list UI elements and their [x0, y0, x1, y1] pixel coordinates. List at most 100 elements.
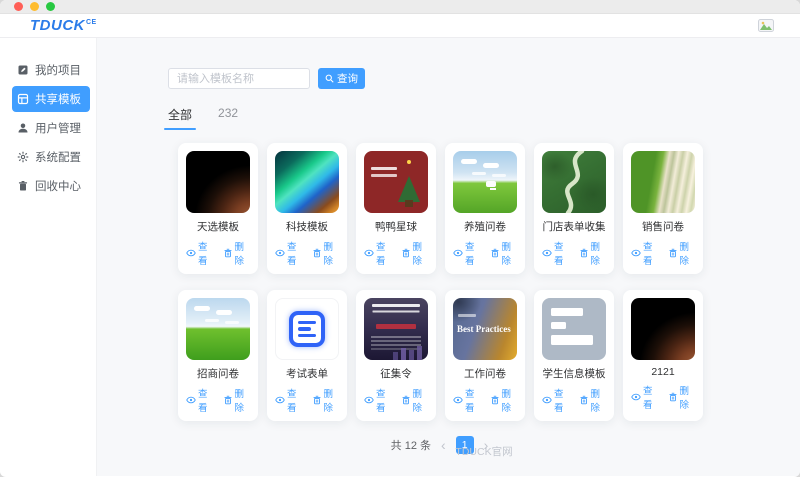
template-title: 销售问卷: [631, 219, 695, 234]
delete-template-link[interactable]: 删除: [668, 383, 696, 411]
sidebar-item-label: 我的项目: [35, 62, 81, 78]
template-thumbnail[interactable]: [631, 298, 695, 360]
template-thumbnail[interactable]: [542, 151, 606, 213]
template-thumbnail[interactable]: [631, 151, 695, 213]
delete-icon: [223, 395, 233, 405]
traffic-light-close[interactable]: [14, 2, 23, 11]
view-template-link[interactable]: 查看: [453, 239, 481, 267]
profile-image-icon[interactable]: [758, 19, 774, 32]
delete-template-link-label: 删除: [502, 239, 518, 267]
search-button[interactable]: 查询: [318, 68, 365, 89]
view-template-link[interactable]: 查看: [275, 386, 303, 414]
template-search-input[interactable]: [168, 68, 310, 89]
view-template-link[interactable]: 查看: [542, 239, 570, 267]
template-card: 天选模板查看删除: [178, 143, 258, 274]
template-thumbnail[interactable]: [186, 151, 250, 213]
main-content: 查询 全部232 天选模板查看删除科技模板查看删除鸭鸭星球查看删除养殖问卷查看删…: [97, 38, 800, 476]
sidebar-item-shared-templates[interactable]: 共享模板: [12, 86, 90, 112]
delete-icon: [401, 248, 411, 258]
template-thumbnail[interactable]: [453, 151, 517, 213]
sidebar-item-system-config[interactable]: 系统配置: [12, 144, 90, 170]
sidebar-item-user-management[interactable]: 用户管理: [12, 115, 90, 141]
template-thumbnail[interactable]: [186, 298, 250, 360]
delete-icon: [668, 392, 678, 402]
delete-template-link-label: 删除: [680, 239, 696, 267]
delete-icon: [490, 248, 500, 258]
view-template-link-label: 查看: [643, 383, 659, 411]
delete-template-link[interactable]: 删除: [668, 239, 696, 267]
view-template-link-label: 查看: [198, 239, 214, 267]
sidebar-item-label: 用户管理: [35, 120, 81, 136]
delete-template-link[interactable]: 删除: [401, 239, 429, 267]
view-template-link[interactable]: 查看: [275, 239, 303, 267]
delete-icon: [223, 248, 233, 258]
delete-template-link-label: 删除: [680, 383, 696, 411]
card-actions: 查看删除: [542, 386, 606, 414]
template-thumbnail[interactable]: [542, 298, 606, 360]
delete-template-link[interactable]: 删除: [490, 239, 518, 267]
tduck-site-link[interactable]: TDUCK官网: [455, 446, 512, 458]
delete-template-link[interactable]: 删除: [312, 386, 340, 414]
poster-title-lines: [372, 304, 420, 307]
template-title: 门店表单收集: [542, 219, 606, 234]
template-thumbnail[interactable]: [275, 298, 339, 360]
delete-template-link[interactable]: 删除: [579, 239, 607, 267]
template-card: 2121 查看删除: [623, 290, 703, 421]
delete-template-link[interactable]: 删除: [312, 239, 340, 267]
view-template-link[interactable]: 查看: [453, 386, 481, 414]
template-thumbnail[interactable]: [364, 298, 428, 360]
template-thumbnail[interactable]: Best Practices: [453, 298, 517, 360]
delete-template-link[interactable]: 删除: [401, 386, 429, 414]
delete-template-link[interactable]: 删除: [223, 386, 251, 414]
cow-graphic: [486, 181, 496, 187]
thumbnail-caption: Best Practices: [457, 324, 513, 334]
view-template-link[interactable]: 查看: [186, 239, 214, 267]
sidebar-item-label: 共享模板: [35, 91, 81, 107]
template-card: 征集令查看删除: [356, 290, 436, 421]
tab-all[interactable]: 全部: [168, 106, 192, 130]
view-template-link-label: 查看: [376, 386, 392, 414]
sidebar-item-label: 回收中心: [35, 178, 81, 194]
view-template-link[interactable]: 查看: [186, 386, 214, 414]
cloud-graphic: [194, 306, 210, 311]
view-template-link[interactable]: 查看: [631, 239, 659, 267]
view-template-link[interactable]: 查看: [364, 239, 392, 267]
template-title: 天选模板: [186, 219, 250, 234]
delete-template-link-label: 删除: [324, 386, 340, 414]
delete-icon: [579, 395, 589, 405]
winding-road-graphic: [542, 151, 606, 213]
traffic-light-zoom[interactable]: [46, 2, 55, 11]
os-titlebar: [0, 0, 800, 14]
view-template-link-label: 查看: [376, 239, 392, 267]
template-thumbnail[interactable]: [275, 151, 339, 213]
delete-template-link-label: 删除: [413, 239, 429, 267]
card-actions: 查看删除: [631, 383, 695, 411]
delete-template-link[interactable]: 删除: [579, 386, 607, 414]
sidebar-item-recycle-center[interactable]: 回收中心: [12, 173, 90, 199]
view-template-link-label: 查看: [198, 386, 214, 414]
city-skyline-graphic: [417, 346, 422, 360]
view-template-link[interactable]: 查看: [631, 383, 659, 411]
poster-text-lines: [371, 167, 397, 170]
logo-badge: CE: [86, 19, 97, 26]
tab-232[interactable]: 232: [218, 106, 238, 130]
eye-icon: [631, 392, 641, 402]
template-title: 征集令: [364, 366, 428, 381]
template-thumbnail[interactable]: [364, 151, 428, 213]
template-card: 科技模板查看删除: [267, 143, 347, 274]
template-card: 养殖问卷查看删除: [445, 143, 525, 274]
eye-icon: [186, 248, 196, 258]
eye-icon: [631, 248, 641, 258]
delete-template-link[interactable]: 删除: [490, 386, 518, 414]
view-template-link[interactable]: 查看: [542, 386, 570, 414]
card-actions: 查看删除: [275, 386, 339, 414]
view-template-link[interactable]: 查看: [364, 386, 392, 414]
template-title: 学生信息模板: [542, 366, 606, 381]
sidebar-item-my-projects[interactable]: 我的项目: [12, 57, 90, 83]
search-button-label: 查询: [337, 71, 358, 86]
eye-icon: [364, 395, 374, 405]
delete-template-link[interactable]: 删除: [223, 239, 251, 267]
delete-template-link-label: 删除: [235, 386, 251, 414]
traffic-light-minimize[interactable]: [30, 2, 39, 11]
template-title: 2121: [631, 366, 695, 378]
